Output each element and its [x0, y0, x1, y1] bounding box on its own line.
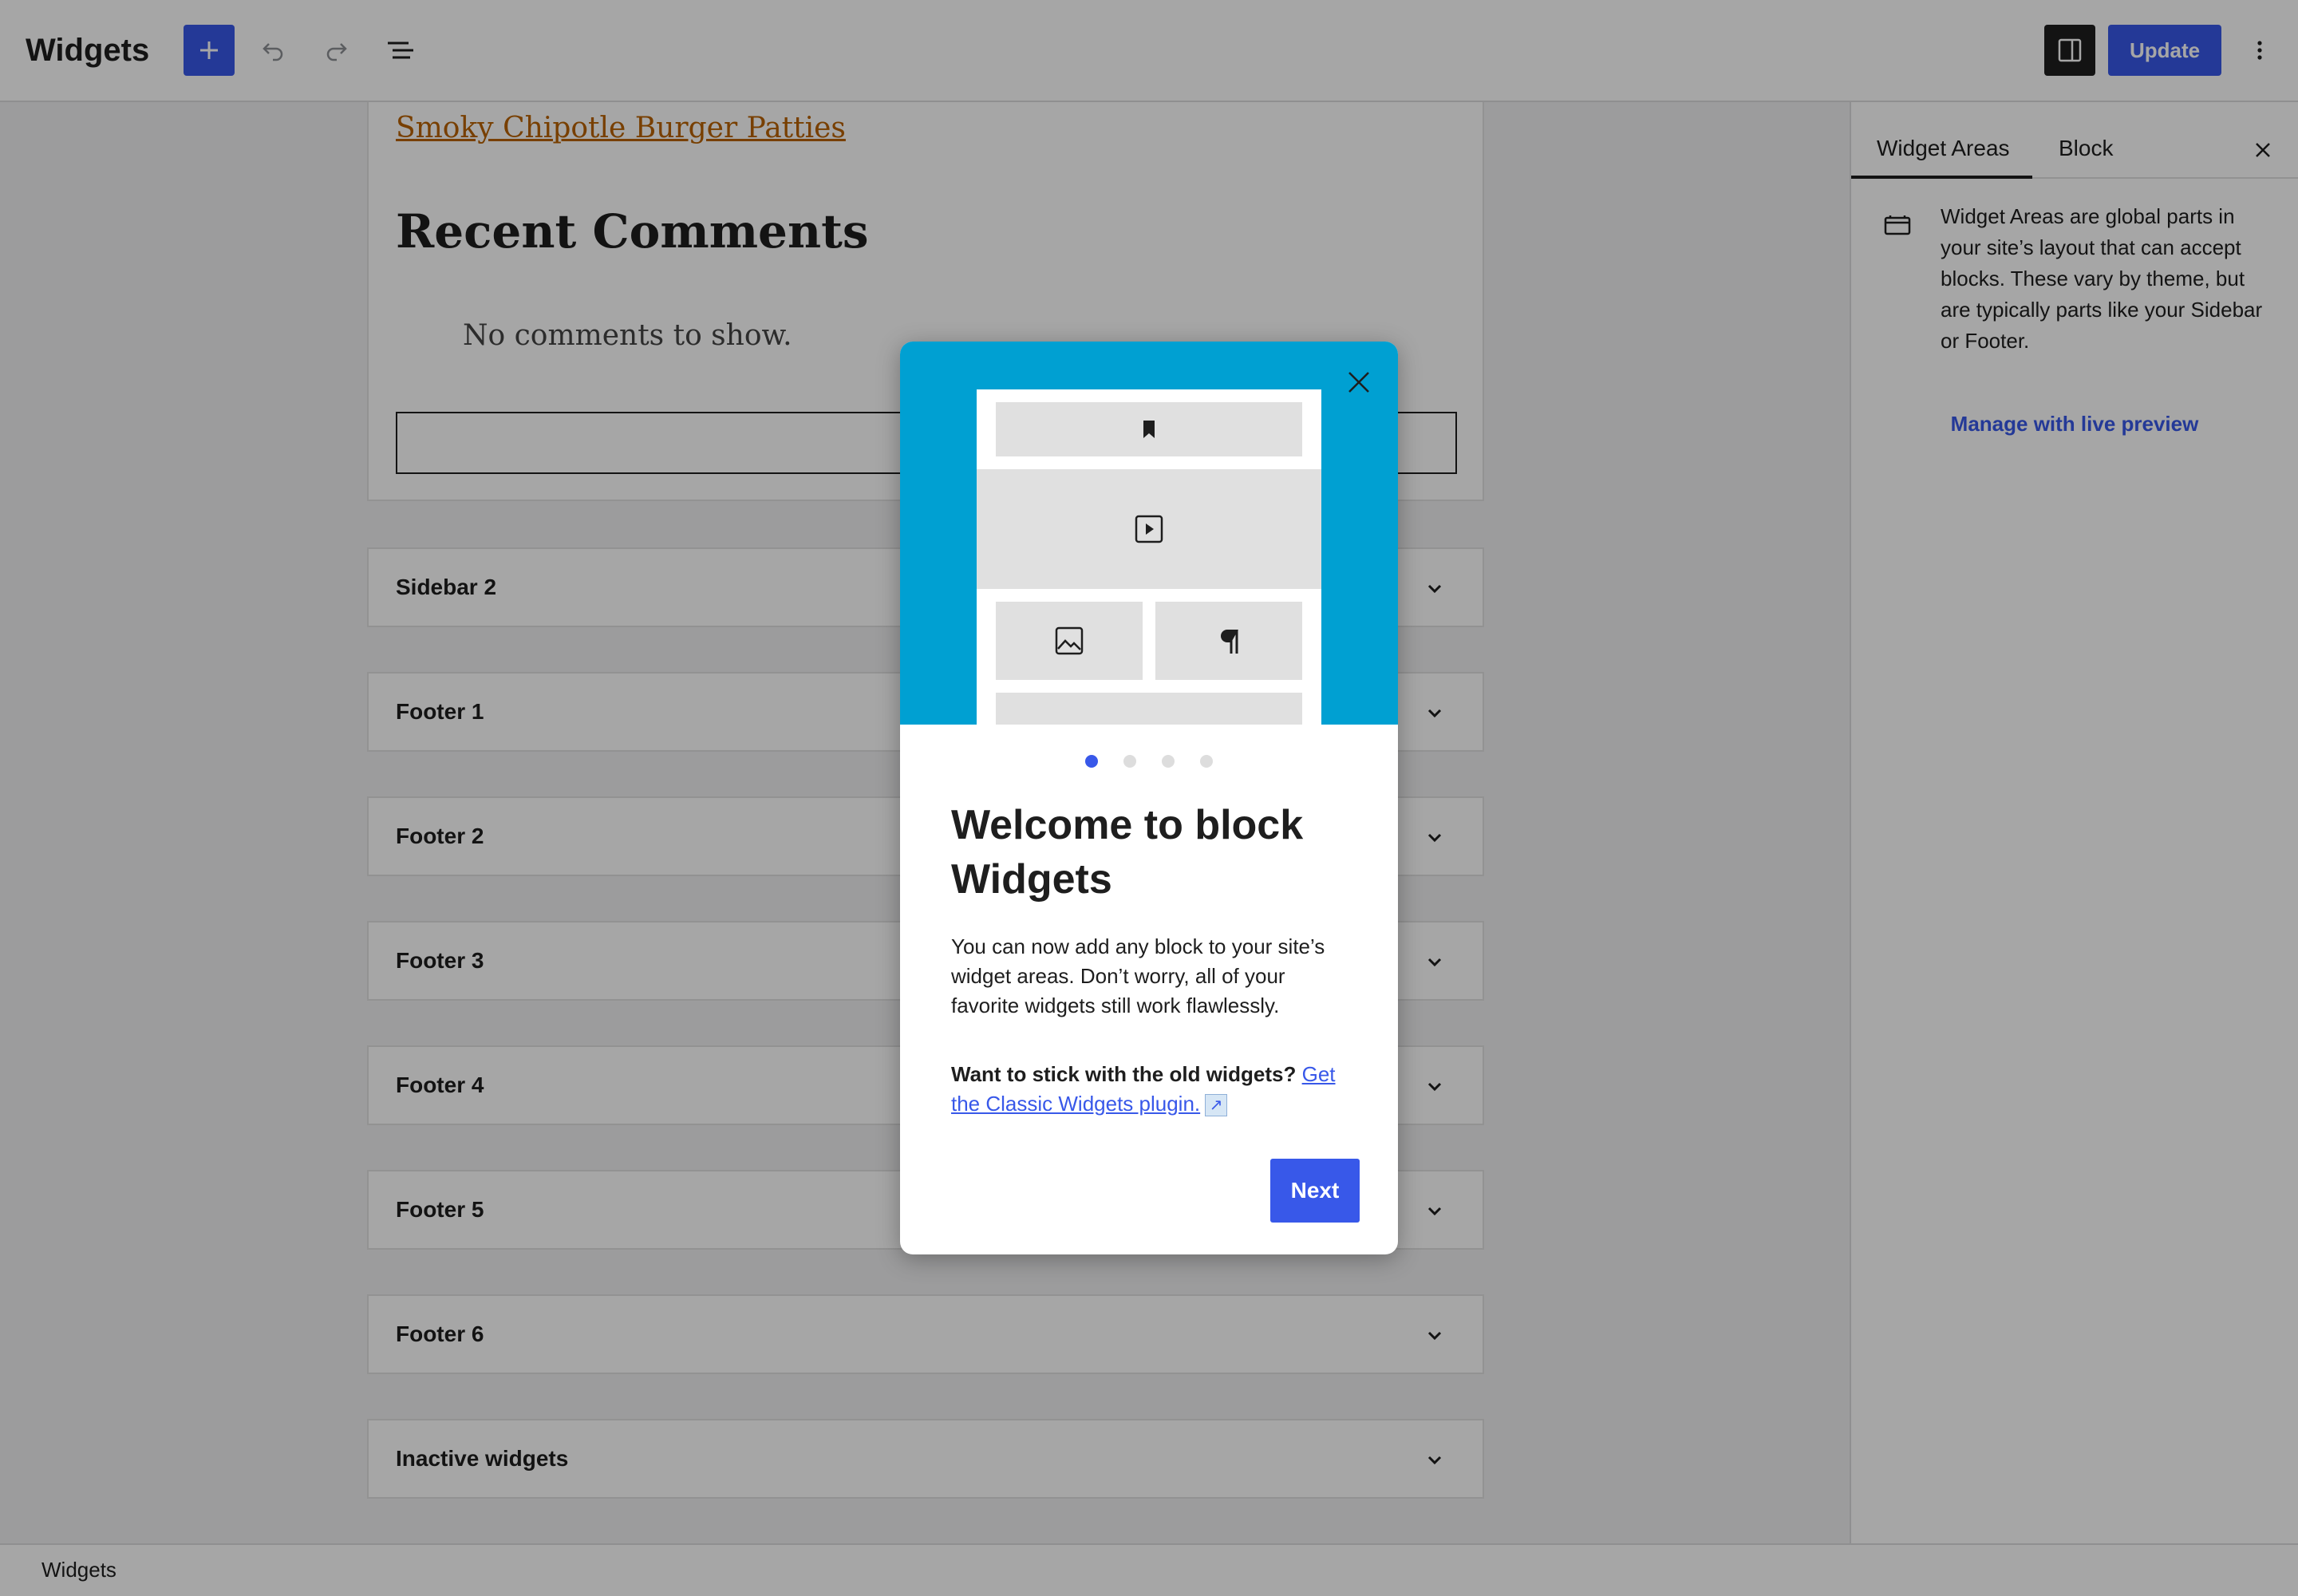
- image-icon: [1055, 626, 1084, 655]
- illustration-page: [977, 389, 1321, 725]
- close-icon: [1348, 372, 1369, 393]
- page-dot[interactable]: [1162, 755, 1175, 768]
- paragraph-icon: [1221, 630, 1238, 654]
- illustration-block: [1155, 602, 1302, 680]
- page-indicator: [900, 755, 1398, 768]
- external-link-icon: ↗: [1205, 1094, 1228, 1117]
- illustration-block: [996, 602, 1143, 680]
- next-button[interactable]: Next: [1270, 1159, 1360, 1223]
- welcome-guide-modal: Welcome to block Widgets You can now add…: [900, 342, 1398, 1254]
- old-widgets-question: Want to stick with the old widgets?: [951, 1062, 1297, 1086]
- illustration-block: [977, 469, 1321, 589]
- illustration-block: [996, 402, 1302, 456]
- page-dot[interactable]: [1123, 755, 1136, 768]
- modal-body-text: You can now add any block to your site’s…: [951, 934, 1325, 1017]
- illustration-block: [996, 693, 1302, 725]
- video-play-icon: [1135, 515, 1163, 543]
- modal-heading: Welcome to block Widgets: [951, 802, 1304, 903]
- welcome-guide-illustration: [900, 342, 1398, 725]
- page-dot[interactable]: [1085, 755, 1098, 768]
- page-dot[interactable]: [1200, 755, 1213, 768]
- close-modal-button[interactable]: [1339, 362, 1379, 402]
- bookmark-icon: [1143, 421, 1155, 438]
- old-widgets-note: Want to stick with the old widgets? Get …: [951, 1060, 1350, 1119]
